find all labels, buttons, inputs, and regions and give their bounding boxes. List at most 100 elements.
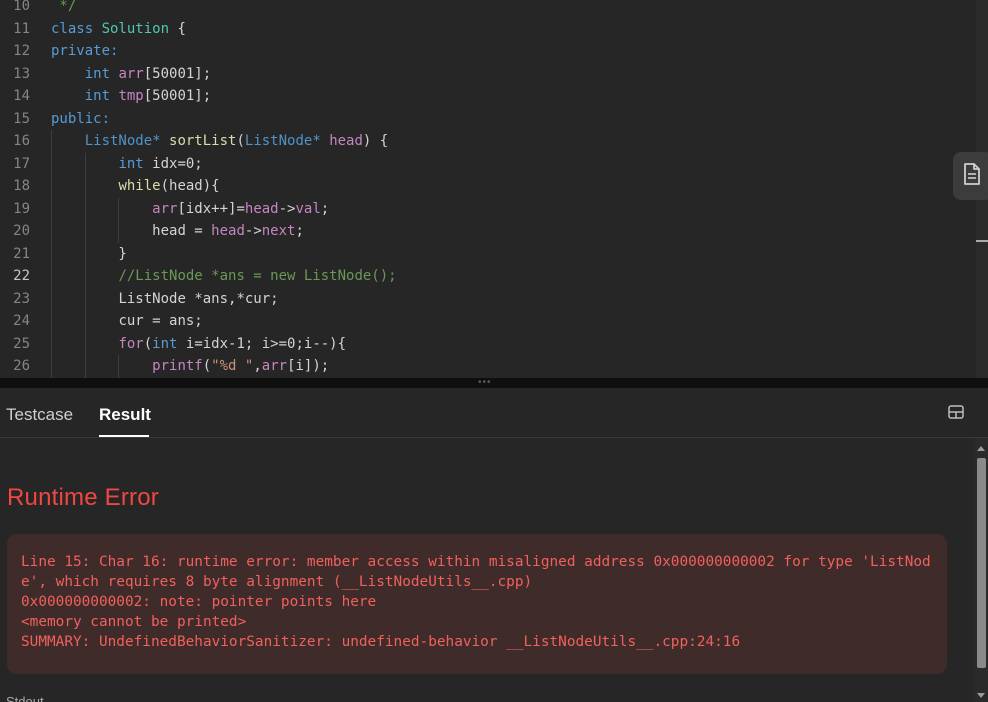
panel-scroll-thumb[interactable]	[977, 458, 986, 668]
code-text: */	[51, 0, 76, 18]
code-token: }	[51, 245, 127, 262]
line-number: 11	[13, 20, 30, 37]
code-text: }	[51, 243, 127, 266]
code-line[interactable]: 26 printf("%d ",arr[i]);	[0, 355, 975, 378]
code-token: private:	[51, 43, 119, 59]
code-line[interactable]: 22 //ListNode *ans = new ListNode();	[0, 265, 975, 288]
console-panel: Testcase Result Runtime Error Line 15: C…	[0, 388, 988, 702]
code-token: ListNode *ans,*cur;	[118, 290, 279, 307]
code-token: *	[152, 133, 170, 149]
code-token: (	[236, 133, 245, 149]
code-token: Solution	[101, 20, 170, 37]
code-line[interactable]: 16 ListNode* sortList(ListNode* head) {	[0, 130, 975, 153]
code-text: public:	[51, 108, 110, 131]
tab-testcase[interactable]: Testcase	[6, 405, 73, 425]
code-token: arr	[261, 358, 288, 374]
code-text: int tmp[50001];	[51, 85, 211, 108]
code-token: ,	[253, 358, 262, 374]
code-line[interactable]: 12 private:	[0, 40, 975, 63]
panel-resize-handle[interactable]: •••	[0, 378, 988, 388]
code-line[interactable]: 20 head = head->next;	[0, 220, 975, 243]
code-line[interactable]: 18 while(head){	[0, 175, 975, 198]
code-token: head	[244, 200, 279, 217]
indent-guide	[118, 355, 120, 378]
code-token: int	[118, 155, 153, 172]
code-token: arr	[152, 200, 178, 217]
code-text: for(int i=idx-1; i>=0;i--){	[51, 333, 346, 356]
line-number: 15	[13, 110, 30, 127]
indent-guide	[51, 130, 52, 378]
error-line-4: SUMMARY: UndefinedBehaviorSanitizer: und…	[21, 634, 741, 650]
layout-icon[interactable]	[948, 405, 964, 424]
code-token: arr	[118, 65, 144, 82]
code-token: [50001];	[143, 88, 212, 104]
line-number: 21	[13, 245, 30, 262]
code-text: head = head->next;	[51, 220, 304, 243]
code-line[interactable]: 10 */	[0, 0, 975, 18]
line-number: 14	[13, 88, 30, 104]
error-message-box: Line 15: Char 16: runtime error: member …	[7, 534, 947, 674]
code-text: while(head){	[51, 175, 219, 198]
code-line[interactable]: 14 int tmp[50001];	[0, 85, 975, 108]
code-token: //ListNode *ans = new ListNode();	[118, 268, 397, 284]
line-number: 24	[13, 313, 30, 329]
code-text: cur = ans;	[51, 310, 202, 333]
panel-scrollbar[interactable]	[974, 438, 988, 702]
code-line[interactable]: 24 cur = ans;	[0, 310, 975, 333]
code-line[interactable]: 25 for(int i=idx-1; i>=0;i--){	[0, 333, 975, 356]
code-token: public:	[51, 110, 111, 127]
scroll-position-marker	[976, 240, 988, 242]
code-line[interactable]: 11 class Solution {	[0, 18, 975, 41]
code-line[interactable]: 19 arr[idx++]=head->val;	[0, 198, 975, 221]
code-line[interactable]: 13 int arr[50001];	[0, 63, 975, 86]
result-status-title: Runtime Error	[7, 484, 159, 511]
line-number: 20	[13, 223, 30, 239]
code-token: int	[84, 88, 119, 104]
code-token: "%d "	[211, 358, 254, 374]
code-token: printf	[152, 358, 203, 374]
code-token: sortList	[169, 133, 237, 149]
code-line[interactable]: 17 int idx=0;	[0, 153, 975, 176]
code-editor[interactable]: 10 */11 class Solution {12 private: 13 int …	[0, 0, 988, 378]
error-line-1: Line 15: Char 16: runtime error: member …	[21, 554, 931, 590]
indent-guide	[118, 197, 120, 243]
line-number: 22	[13, 268, 30, 284]
code-text: printf("%d ",arr[i]);	[51, 355, 329, 378]
code-token: tmp	[118, 88, 144, 104]
scroll-down-icon[interactable]	[977, 693, 985, 698]
code-line[interactable]: 23 ListNode *ans,*cur;	[0, 288, 975, 311]
code-text: ListNode* sortList(ListNode* head) {	[51, 130, 388, 153]
document-icon	[963, 162, 981, 190]
line-number: 19	[13, 200, 30, 217]
code-token: idx=0;	[152, 155, 203, 172]
code-token: head =	[152, 223, 212, 239]
error-line-2: 0x000000000002: note: pointer points her…	[21, 594, 377, 610]
scroll-up-icon[interactable]	[977, 446, 985, 451]
code-token: ListNode	[84, 133, 153, 149]
panel-tabs: Testcase Result	[0, 388, 988, 438]
code-token: [50001];	[143, 65, 212, 82]
code-line[interactable]: 21 }	[0, 243, 975, 266]
code-token: ->	[244, 223, 262, 239]
tab-result[interactable]: Result	[99, 405, 151, 425]
code-token: for	[118, 335, 144, 352]
code-token: (	[202, 358, 212, 374]
code-token: int	[84, 65, 119, 82]
line-number: 23	[13, 290, 30, 307]
side-document-button[interactable]	[953, 152, 988, 200]
code-token: ;	[295, 223, 304, 239]
line-number: 13	[13, 65, 30, 82]
code-text: int arr[50001];	[51, 63, 211, 86]
code-token: ->	[278, 200, 296, 217]
code-token: [idx++]=	[177, 200, 245, 217]
code-line[interactable]: 15 public:	[0, 108, 975, 131]
line-number: 26	[13, 358, 30, 374]
code-token: while	[118, 178, 161, 194]
code-text: arr[idx++]=head->val;	[51, 198, 329, 221]
